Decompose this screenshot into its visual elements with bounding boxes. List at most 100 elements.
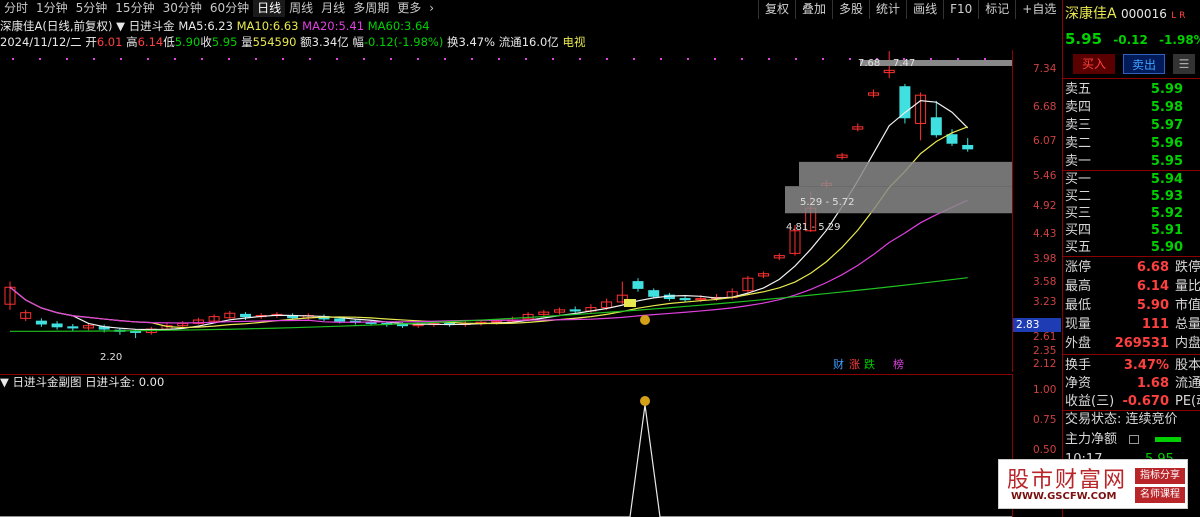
sub-panel-title[interactable]: 日进斗金副图 — [13, 375, 82, 389]
timeframe-tab[interactable]: 60分钟 — [206, 0, 253, 17]
quote-change-pct: -1.98% — [1159, 33, 1200, 47]
timeframe-tab[interactable]: 更多 — [393, 0, 425, 17]
timeframe-tab[interactable]: 多周期 — [349, 0, 393, 17]
menu-icon[interactable]: ☰ — [1173, 54, 1195, 74]
sub-panel-header: ▼ 日进斗金副图 日进斗金: 0.00 — [0, 374, 1012, 389]
float-value: 16.0亿 — [521, 35, 559, 49]
candle-body — [632, 281, 644, 289]
toolbar-button[interactable]: 标记 — [978, 0, 1015, 19]
stat-row-label: 换手 — [1065, 358, 1092, 373]
ma10-label: MA10: — [236, 19, 273, 33]
toolbar-button[interactable]: +自选 — [1015, 0, 1062, 19]
open-value: 6.01 — [96, 35, 123, 49]
buy-row: 买五 5.90 — [1065, 238, 1200, 257]
signal-dot — [174, 58, 176, 60]
stat-row: 跌停 涨停 6.68 — [1065, 258, 1200, 277]
stat-row: 流通 净资 1.68 — [1065, 374, 1200, 393]
stat-row: 总量 现量 111 — [1065, 315, 1200, 334]
price-tick: 4.43 — [1033, 227, 1057, 240]
stat-row-value: 269531 — [1114, 336, 1169, 351]
net-amount-checkbox[interactable] — [1129, 435, 1139, 444]
sell-row-label: 卖三 — [1065, 118, 1092, 133]
watermark-tag-2: 名师课程 — [1135, 487, 1185, 503]
signal-dot — [444, 58, 446, 60]
sub-indicator-chart[interactable] — [0, 389, 1012, 517]
sub-indicator-icon[interactable]: ▼ — [0, 375, 9, 389]
stat-row-label: 涨停 — [1065, 260, 1092, 275]
signal-dot — [552, 58, 554, 60]
sub-tick: 1.00 — [1033, 384, 1057, 396]
stat-row: PE(动) 收益(三) -0.670 — [1065, 392, 1200, 411]
annotation-label: 2.20 — [100, 352, 122, 363]
timeframe-tab[interactable]: 分时 — [0, 0, 32, 17]
sector-link[interactable]: 电视 — [562, 35, 585, 49]
stat-row-label: 最低 — [1065, 298, 1092, 313]
signal-dot — [282, 58, 284, 60]
sell-row: 卖三 5.97 — [1065, 116, 1200, 135]
timeframe-tab[interactable]: 5分钟 — [72, 0, 112, 17]
timeframe-tab[interactable]: 15分钟 — [111, 0, 158, 17]
signal-dot — [660, 58, 662, 60]
toolbar: 复权叠加多股统计画线F10标记+自选返回 — [758, 0, 1099, 19]
candle-body — [51, 323, 63, 328]
price-tick: 3.23 — [1033, 295, 1057, 308]
signal-dot — [120, 58, 122, 60]
timeframe-tab[interactable]: 日线 — [253, 0, 286, 17]
indicator-icon[interactable]: ▼ — [116, 19, 125, 33]
signal-dot — [309, 58, 311, 60]
high-value: 6.14 — [137, 35, 164, 49]
toolbar-button[interactable]: F10 — [943, 0, 978, 19]
price-axis: 7.34 6.68 6.07 5.46 4.92 4.43 3.98 3.58 3.23 2.83… — [1012, 50, 1062, 372]
sub-indicator-value: 0.00 — [138, 375, 165, 389]
signal-label: 涨 — [849, 358, 860, 371]
toolbar-button[interactable]: 多股 — [832, 0, 869, 19]
candle-body — [130, 330, 142, 333]
ma20-line — [9, 199, 968, 324]
sell-button[interactable]: 卖出 — [1123, 54, 1165, 74]
timeframe-tab[interactable]: 30分钟 — [159, 0, 206, 17]
signal-dot — [66, 58, 68, 60]
toolbar-button[interactable]: 统计 — [869, 0, 906, 19]
sell-row-value: 5.97 — [1150, 118, 1183, 133]
watermark-tag-1: 指标分享 — [1135, 468, 1185, 484]
price-tick: 3.98 — [1033, 253, 1057, 266]
timeframe-tab[interactable]: 1分钟 — [32, 0, 72, 17]
ma5-line — [9, 99, 969, 331]
resistance-zone — [799, 161, 1012, 187]
price-tick: 7.34 — [1033, 63, 1057, 76]
price-tick: 2.12 — [1033, 358, 1057, 371]
indicator-name[interactable]: 日进斗金 — [129, 19, 175, 33]
sell-row-label: 卖二 — [1065, 136, 1092, 151]
toolbar-button[interactable]: 画线 — [906, 0, 943, 19]
stat-row-label2: 跌停 — [1175, 260, 1200, 275]
sell-row: 卖二 5.96 — [1065, 134, 1200, 153]
buy-button[interactable]: 买入 — [1073, 54, 1115, 74]
more-chevron-icon[interactable]: › — [425, 0, 438, 17]
money-bag-icon — [640, 315, 650, 325]
amt-label: 额 — [300, 35, 312, 49]
signal-dot — [606, 58, 608, 60]
signal-dot — [255, 58, 257, 60]
ma20-value: 5.41 — [338, 19, 365, 33]
signal-dot — [525, 58, 527, 60]
signal-dot — [849, 58, 851, 60]
signal-dot — [390, 58, 392, 60]
stat-row-label2: 流通 — [1175, 376, 1200, 391]
candle-body — [930, 117, 942, 136]
toolbar-button[interactable]: 复权 — [758, 0, 795, 19]
timeframe-tab[interactable]: 月线 — [317, 0, 349, 17]
timeframe-tab[interactable]: 周线 — [285, 0, 317, 17]
watermark: 股市财富网 WWW.GSCFW.COM 指标分享 名师课程 — [998, 459, 1188, 509]
candle-body — [334, 318, 346, 322]
sell-row: 卖一 5.95 — [1065, 152, 1200, 171]
price-tick: 3.58 — [1033, 275, 1057, 288]
signal-dot — [579, 58, 581, 60]
kline-chart[interactable]: 7.68 7.47 5.29 - 5.72 4.81 - 5.29 2.20 财涨跌 榜 — [0, 50, 1012, 372]
sub-tick: 0.75 — [1033, 414, 1057, 426]
price-tick: 5.46 — [1033, 169, 1057, 182]
annotation-label: 4.81 - 5.29 — [786, 222, 841, 233]
toolbar-button[interactable]: 叠加 — [795, 0, 832, 19]
signal-label: 跌 — [864, 357, 875, 371]
stat-row-value: -0.670 — [1122, 394, 1169, 409]
signal-dot — [768, 58, 770, 60]
